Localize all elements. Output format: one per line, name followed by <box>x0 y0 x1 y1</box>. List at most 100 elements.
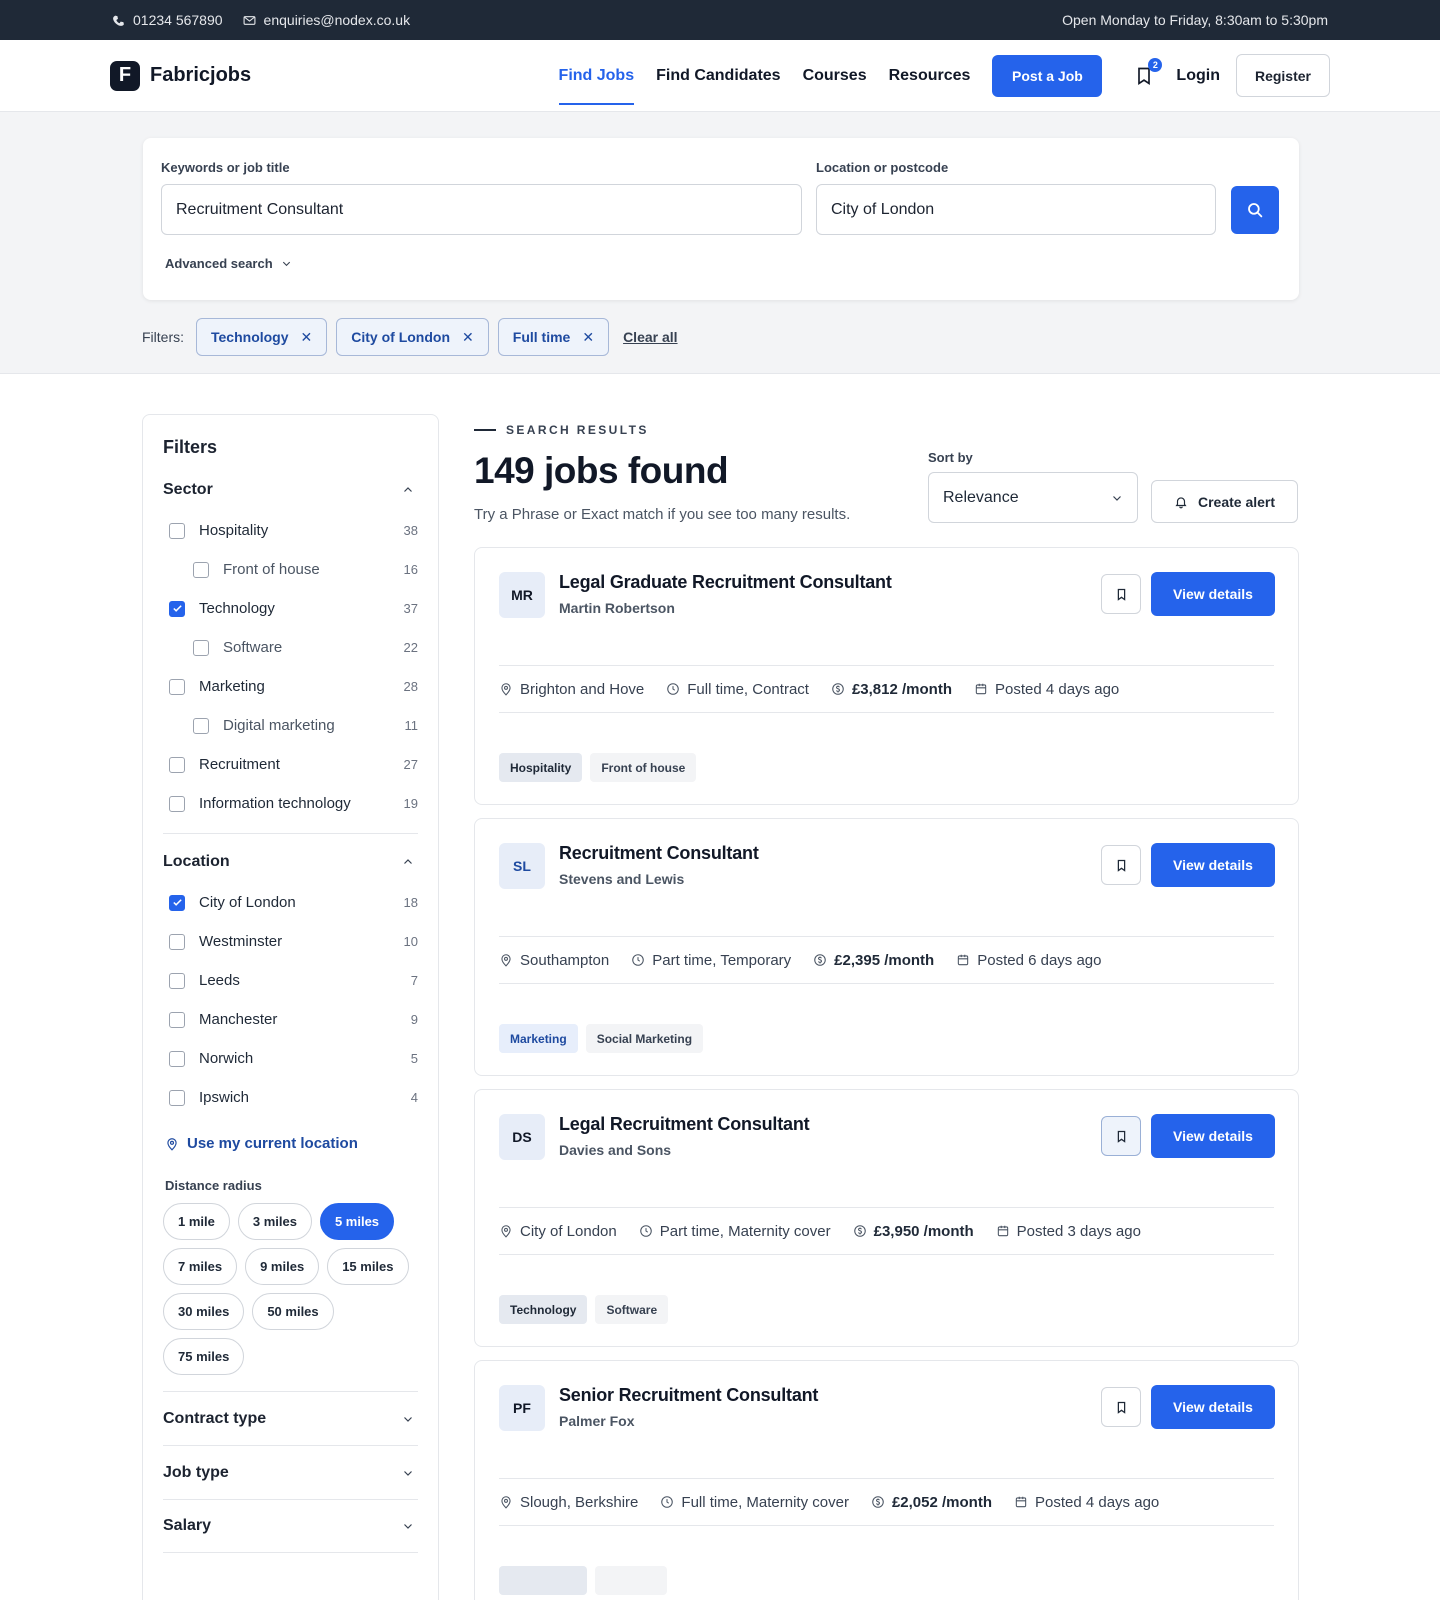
nav-courses[interactable]: Courses <box>803 57 867 95</box>
checkbox[interactable] <box>169 756 185 773</box>
location-option[interactable]: Norwich 5 <box>169 1039 418 1078</box>
email-contact[interactable]: enquiries@nodex.co.uk <box>243 12 410 28</box>
job-card: PF Senior Recruitment Consultant Palmer Fo… <box>474 1360 1299 1600</box>
salary-section-header[interactable]: Salary <box>163 1499 418 1553</box>
location-option[interactable]: Manchester 9 <box>169 1000 418 1039</box>
create-alert-button[interactable]: Create alert <box>1151 480 1298 523</box>
job-title[interactable]: Legal Graduate Recruitment Consultant <box>559 572 892 593</box>
chevron-down-icon <box>282 261 290 267</box>
checkbox[interactable] <box>169 972 185 989</box>
search-button[interactable] <box>1231 186 1279 234</box>
distance-option[interactable]: 5 miles <box>319 1203 395 1240</box>
sector-option[interactable]: Recruitment 27 <box>169 745 418 784</box>
clear-all-link[interactable]: Clear all <box>623 329 677 345</box>
checkbox[interactable] <box>169 1050 185 1067</box>
checkbox[interactable] <box>169 933 185 950</box>
phone-contact[interactable]: 01234 567890 <box>112 12 223 28</box>
distance-option[interactable]: 1 mile <box>163 1203 230 1240</box>
job-tag[interactable]: Marketing <box>499 1024 578 1053</box>
close-icon[interactable]: ✕ <box>462 329 474 346</box>
save-job-button[interactable] <box>1101 574 1141 614</box>
post-job-button[interactable]: Post a Job <box>992 54 1103 97</box>
location-input[interactable]: City of London <box>816 184 1216 235</box>
sector-option[interactable]: Digital marketing 11 <box>169 706 418 745</box>
job-tag[interactable]: Social Marketing <box>585 1024 704 1053</box>
job-type-title: Job type <box>163 1463 229 1481</box>
view-details-button[interactable]: View details <box>1151 1385 1275 1429</box>
checkbox[interactable] <box>193 561 209 578</box>
distance-option[interactable]: 50 miles <box>252 1293 334 1330</box>
option-label: Ipswich <box>199 1089 250 1106</box>
distance-option[interactable]: 75 miles <box>163 1338 245 1375</box>
distance-option[interactable]: 3 miles <box>237 1203 312 1240</box>
view-details-button[interactable]: View details <box>1151 572 1275 616</box>
sector-option[interactable]: Software 22 <box>169 628 418 667</box>
distance-option[interactable]: 30 miles <box>163 1293 245 1330</box>
location-option[interactable]: Leeds 7 <box>169 961 418 1000</box>
checkbox[interactable] <box>169 678 185 695</box>
distance-option[interactable]: 7 miles <box>163 1248 238 1285</box>
job-type-text: Part time, Temporary <box>652 951 792 969</box>
view-details-button[interactable]: View details <box>1151 843 1275 887</box>
use-current-location-link[interactable]: Use my current location <box>163 1135 418 1152</box>
checkbox[interactable] <box>169 522 185 539</box>
saved-jobs-button[interactable]: 2 <box>1134 57 1163 87</box>
logo[interactable]: F Fabricjobs <box>110 60 251 91</box>
location-option[interactable]: Westminster 10 <box>169 922 418 961</box>
nav-resources[interactable]: Resources <box>889 57 971 95</box>
filter-chip-label: City of London <box>351 329 451 345</box>
checkbox[interactable] <box>169 795 185 812</box>
job-title[interactable]: Recruitment Consultant <box>559 843 759 864</box>
job-tag[interactable] <box>499 1566 587 1595</box>
login-link[interactable]: Login <box>1176 67 1220 85</box>
advanced-search-toggle[interactable]: Advanced search <box>165 256 292 271</box>
sector-option[interactable]: Front of house 16 <box>169 550 418 589</box>
nav-find-candidates[interactable]: Find Candidates <box>656 57 780 95</box>
location-option[interactable]: City of London 18 <box>169 883 418 922</box>
distance-option[interactable]: 9 miles <box>245 1248 320 1285</box>
sector-option[interactable]: Information technology 19 <box>169 784 418 823</box>
view-details-button[interactable]: View details <box>1151 1114 1275 1158</box>
checkbox[interactable] <box>169 894 185 911</box>
filter-chip-city-of-london[interactable]: City of London ✕ <box>336 318 489 356</box>
close-icon[interactable]: ✕ <box>582 329 594 346</box>
register-button[interactable]: Register <box>1235 54 1330 97</box>
job-type-text: Full time, Maternity cover <box>681 1493 849 1511</box>
job-title[interactable]: Senior Recruitment Consultant <box>559 1385 818 1406</box>
sort-label: Sort by <box>928 450 973 465</box>
sort-select[interactable]: Relevance <box>928 472 1138 523</box>
sector-section-header[interactable]: Sector <box>163 478 418 502</box>
checkbox[interactable] <box>169 600 185 617</box>
checkbox[interactable] <box>169 1089 185 1106</box>
save-job-button[interactable] <box>1101 1116 1141 1156</box>
sector-option[interactable]: Technology 37 <box>169 589 418 628</box>
job-tag[interactable]: Software <box>595 1295 669 1324</box>
filter-chip-full-time[interactable]: Full time ✕ <box>497 318 610 356</box>
location-option[interactable]: Ipswich 4 <box>169 1078 418 1117</box>
location-section-header[interactable]: Location <box>163 850 418 874</box>
bell-icon <box>1175 496 1187 508</box>
save-job-button[interactable] <box>1101 1387 1141 1427</box>
job-tag[interactable]: Front of house <box>590 753 697 782</box>
job-type-section-header[interactable]: Job type <box>163 1445 418 1499</box>
sector-option[interactable]: Marketing 28 <box>169 667 418 706</box>
job-tag[interactable]: Technology <box>499 1295 588 1324</box>
job-tag[interactable] <box>595 1566 667 1595</box>
contract-type-section-header[interactable]: Contract type <box>163 1391 418 1445</box>
distance-option[interactable]: 15 miles <box>327 1248 409 1285</box>
job-tag[interactable]: Hospitality <box>499 753 583 782</box>
sector-option[interactable]: Hospitality 38 <box>169 511 418 550</box>
close-icon[interactable]: ✕ <box>301 329 313 346</box>
checkbox[interactable] <box>169 1011 185 1028</box>
clock-icon <box>632 954 645 966</box>
option-count: 38 <box>403 523 418 538</box>
save-job-button[interactable] <box>1101 845 1141 885</box>
search-section: Keywords or job title Recruitment Consul… <box>0 112 1440 374</box>
checkbox[interactable] <box>193 717 209 734</box>
job-posted: Posted 4 days ago <box>974 681 1119 698</box>
job-title[interactable]: Legal Recruitment Consultant <box>559 1114 810 1135</box>
filter-chip-technology[interactable]: Technology ✕ <box>196 318 328 356</box>
nav-find-jobs[interactable]: Find Jobs <box>558 57 634 105</box>
keywords-input[interactable]: Recruitment Consultant <box>161 184 802 235</box>
checkbox[interactable] <box>193 639 209 656</box>
